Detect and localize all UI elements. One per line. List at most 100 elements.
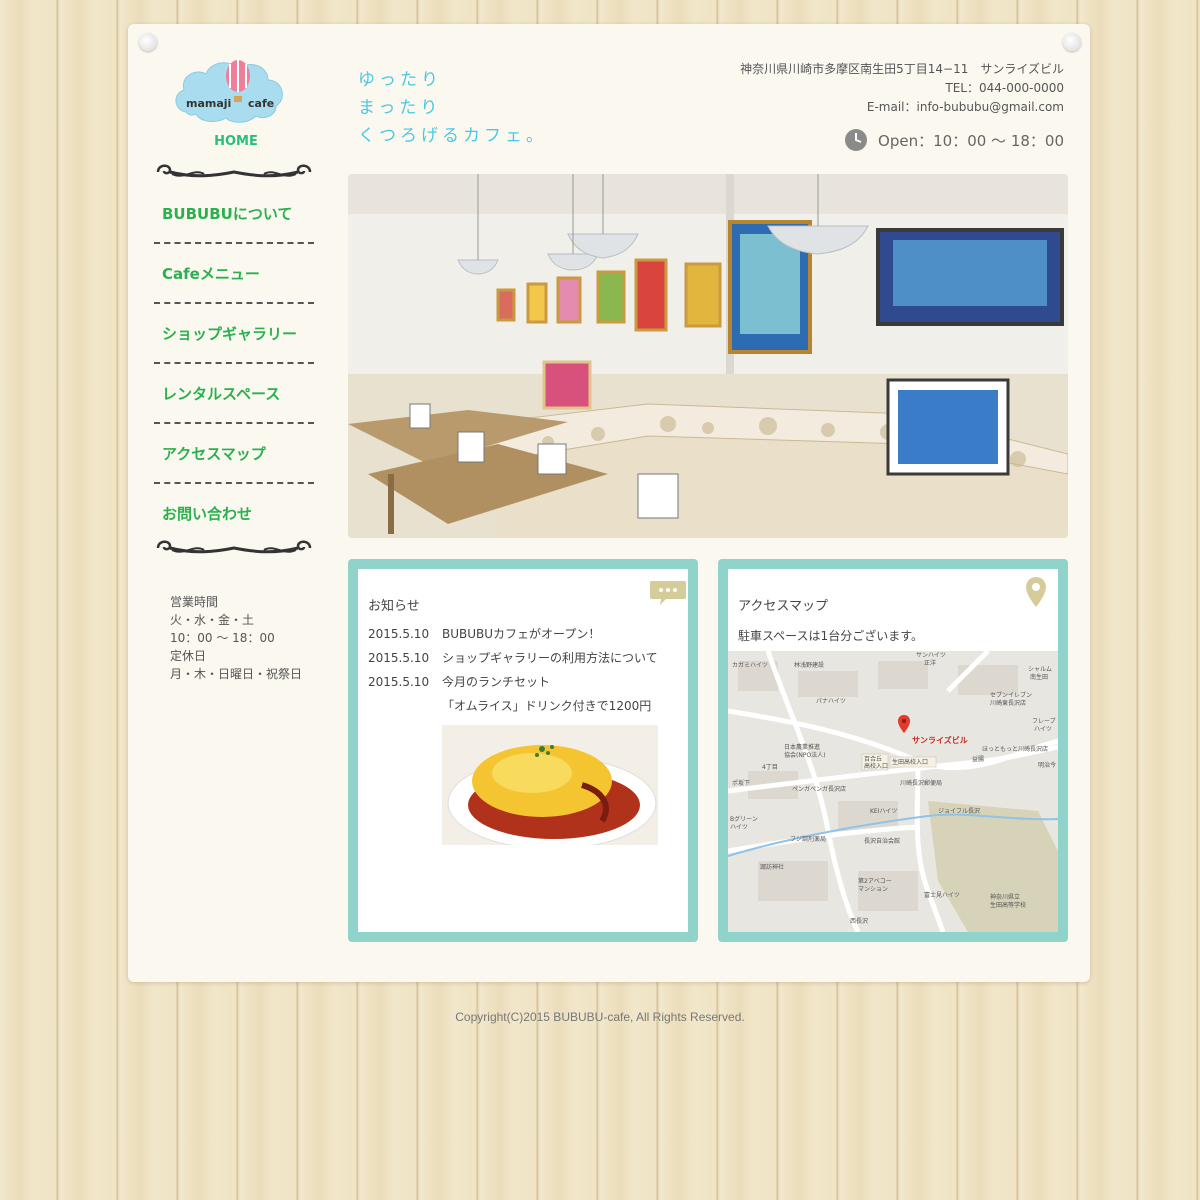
svg-text:諏訪神社: 諏訪神社 — [760, 863, 784, 871]
nav-item-contact: お問い合わせ — [154, 484, 314, 544]
hours-title: 営業時間 — [170, 595, 219, 609]
news-date: 2015.5.10 — [368, 651, 430, 665]
svg-text:富士見ハイツ: 富士見ハイツ — [924, 891, 960, 899]
tel: TEL：044-000-0000 — [945, 81, 1064, 95]
svg-text:KEIハイツ: KEIハイツ — [870, 808, 897, 815]
nav-link-cafe-menu[interactable]: Cafeメニュー — [154, 244, 314, 304]
svg-text:百合丘: 百合丘 — [864, 755, 882, 763]
access-map[interactable]: サンライズビル カガミハイツ 林浅野建設 サンハイツ 正洋 シャルム 南生田 セ… — [728, 651, 1058, 932]
svg-text:益腸: 益腸 — [972, 755, 984, 763]
news-item[interactable]: 2015.5.10 今月のランチセット — [368, 673, 658, 697]
nav-item-cafe-menu: Cafeメニュー — [154, 244, 314, 304]
omurice-image — [442, 725, 658, 850]
svg-text:cafe: cafe — [248, 97, 274, 110]
news-text: 今月のランチセット — [442, 675, 551, 689]
hours-days: 火・水・金・土 — [170, 613, 255, 627]
news-item[interactable]: 2015.5.10 BUBUBUカフェがオープン！ — [368, 625, 658, 649]
svg-text:第2アベコー: 第2アベコー — [858, 877, 892, 885]
nav-item-shop-gallery: ショップギャラリー — [154, 304, 314, 364]
svg-text:パナハイツ: パナハイツ — [816, 698, 846, 705]
news-title: お知らせ — [368, 599, 420, 614]
nav-item-rental-space: レンタルスペース — [154, 364, 314, 424]
svg-text:協会(NPO法人): 協会(NPO法人) — [784, 751, 826, 759]
open-hours-text: Open：10：00 〜 18：00 — [878, 131, 1064, 150]
contact-info: 神奈川県川崎市多摩区南生田5丁目14−11 サンライズビル TEL：044-00… — [740, 60, 1064, 117]
svg-text:フジ調剤薬局: フジ調剤薬局 — [790, 835, 826, 843]
svg-text:mamaji: mamaji — [186, 97, 231, 110]
nav-divider — [154, 242, 314, 244]
open-hours: Open：10：00 〜 18：00 — [844, 128, 1064, 152]
nav-link-rental-space[interactable]: レンタルスペース — [154, 364, 314, 424]
map-pin-icon — [1026, 577, 1046, 607]
news-text: ショップギャラリーの利用方法について — [442, 651, 658, 665]
news-list: 2015.5.10 BUBUBUカフェがオープン！ 2015.5.10 ショップギャ… — [368, 625, 658, 721]
access-box: アクセスマップ 駐車スペースは1台分ございます。 サンライズビル カガミハイツ … — [718, 559, 1068, 942]
svg-text:Bグリーン: Bグリーン — [730, 815, 758, 823]
news-date: 2015.5.10 — [368, 627, 430, 641]
svg-text:ハイツ: ハイツ — [730, 824, 748, 831]
svg-text:ほっともっと川崎長沢店: ほっともっと川崎長沢店 — [982, 745, 1048, 753]
svg-text:生田高校入口: 生田高校入口 — [892, 758, 928, 766]
news-text: 「オムライス」ドリンク付きで1200円 — [442, 699, 652, 713]
business-hours: 営業時間 火・水・金・土 10：00 〜 18：00 定休日 月・木・日曜日・祝… — [170, 593, 302, 683]
news-date — [368, 697, 442, 721]
hours-time: 10：00 〜 18：00 — [170, 631, 275, 645]
news-date: 2015.5.10 — [368, 675, 430, 689]
logo-cloud-icon: mamaji cafe — [175, 60, 283, 123]
svg-text:川崎長沢郵便局: 川崎長沢郵便局 — [900, 779, 942, 787]
clock-icon — [845, 129, 868, 151]
nav-link-access-map[interactable]: アクセスマップ — [154, 424, 314, 484]
svg-text:神奈川県立: 神奈川県立 — [990, 893, 1020, 901]
svg-text:川崎東長沢店: 川崎東長沢店 — [990, 699, 1026, 707]
address: 神奈川県川崎市多摩区南生田5丁目14−11 サンライズビル — [740, 62, 1064, 76]
tagline-line: まったり — [358, 98, 442, 118]
svg-text:明治今: 明治今 — [1038, 761, 1056, 769]
svg-text:ジョイフル長沢: ジョイフル長沢 — [938, 807, 980, 815]
main-nav: BUBUBUについて Cafeメニュー ショップギャラリー レンタルスペース ア… — [154, 184, 314, 544]
site-logo[interactable]: mamaji cafe — [172, 54, 288, 126]
ornament-divider-icon — [156, 540, 312, 554]
svg-text:サンハイツ: サンハイツ — [916, 652, 946, 659]
speech-bubble-icon — [650, 581, 686, 605]
news-text: BUBUBUカフェがオープン！ — [442, 627, 601, 641]
tagline-line: ゆったり — [358, 70, 442, 90]
closed-days: 月・木・日曜日・祝祭日 — [170, 667, 303, 681]
news-item[interactable]: 2015.5.10 ショップギャラリーの利用方法について — [368, 649, 658, 673]
nav-item-access-map: アクセスマップ — [154, 424, 314, 484]
svg-text:南生田: 南生田 — [1030, 673, 1048, 681]
pin-icon — [139, 33, 157, 51]
access-title: アクセスマップ — [738, 599, 828, 614]
hero-cafe-interior-image — [348, 174, 1068, 538]
svg-text:高校入口: 高校入口 — [864, 762, 888, 770]
home-link[interactable]: HOME — [200, 134, 272, 149]
svg-text:シャルム: シャルム — [1028, 666, 1052, 673]
nav-link-shop-gallery[interactable]: ショップギャラリー — [154, 304, 314, 364]
svg-text:セブンイレブン: セブンイレブン — [990, 691, 1032, 699]
svg-text:ポ坂下: ポ坂下 — [732, 779, 750, 787]
svg-text:ペンガペンガ長沢店: ペンガペンガ長沢店 — [792, 785, 846, 793]
svg-text:西長沢: 西長沢 — [850, 917, 868, 925]
nav-link-contact[interactable]: お問い合わせ — [154, 484, 314, 544]
parking-note: 駐車スペースは1台分ございます。 — [738, 629, 923, 643]
svg-text:ハイツ: ハイツ — [1034, 726, 1052, 733]
svg-text:4丁目: 4丁目 — [762, 764, 778, 771]
pin-icon — [1063, 33, 1081, 51]
svg-text:林浅野建設: 林浅野建設 — [794, 661, 824, 669]
email[interactable]: E-mail：info-bububu@gmail.com — [740, 98, 1064, 117]
svg-text:正洋: 正洋 — [924, 659, 936, 667]
svg-text:日本農業推進: 日本農業推進 — [784, 743, 820, 751]
tagline: ゆったり まったり くつろげるカフェ。 — [358, 66, 547, 150]
svg-text:生田高等学校: 生田高等学校 — [990, 901, 1026, 909]
closed-title: 定休日 — [170, 649, 207, 663]
svg-text:カガミハイツ: カガミハイツ — [732, 661, 768, 669]
ornament-divider-icon — [156, 164, 312, 178]
footer-copyright: Copyright(C)2015 BUBUBU-cafe, All Rights… — [455, 1010, 745, 1024]
svg-text:フレーブ: フレーブ — [1032, 717, 1056, 725]
svg-text:マンション: マンション — [858, 886, 888, 893]
nav-item-about: BUBUBUについて — [154, 184, 314, 244]
tagline-line: くつろげるカフェ。 — [358, 126, 547, 146]
news-box: お知らせ 2015.5.10 BUBUBUカフェがオープン！ 2015.5.10 シ… — [348, 559, 698, 942]
nav-link-about[interactable]: BUBUBUについて — [154, 184, 314, 244]
svg-text:サンライズビル: サンライズビル — [912, 735, 968, 745]
news-item: 「オムライス」ドリンク付きで1200円 — [368, 697, 658, 721]
